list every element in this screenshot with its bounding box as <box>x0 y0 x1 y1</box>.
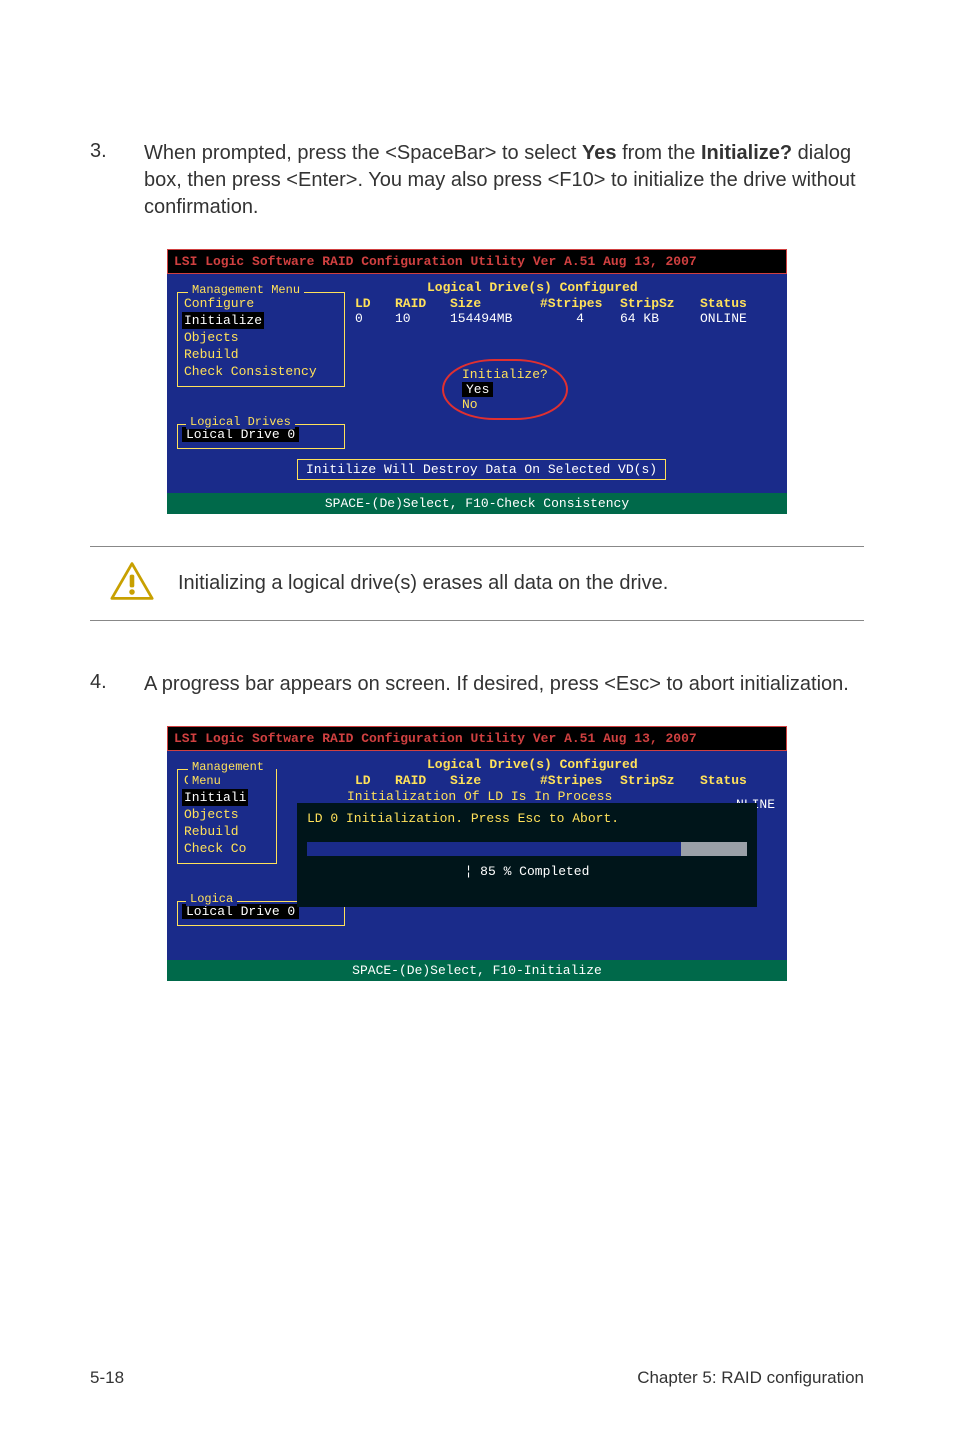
ld-title: Logica <box>186 892 237 906</box>
col-ld: LD <box>355 773 395 788</box>
menu-initialize[interactable]: Initiali <box>182 789 248 806</box>
raid-terminal-2: LSI Logic Software RAID Configuration Ut… <box>167 726 787 981</box>
warning-icon <box>110 561 154 606</box>
col-size: Size <box>450 296 540 311</box>
screenshot-1: LSI Logic Software RAID Configuration Ut… <box>90 249 864 514</box>
management-menu: Management Menu Configure Initialize Obj… <box>177 292 345 387</box>
config-label: Logical Drive(s) Configured <box>427 280 638 295</box>
col-stripsz: StripSz <box>620 296 700 311</box>
menu-rebuild[interactable]: Rebuild <box>182 823 272 840</box>
col-status: Status <box>700 296 770 311</box>
cell-size: 154494MB <box>450 311 540 326</box>
dialog-no[interactable]: No <box>462 397 478 412</box>
col-stripes: #Stripes <box>540 773 620 788</box>
step-text: When prompted, press the <SpaceBar> to s… <box>144 140 864 221</box>
cell-stripes: 4 <box>540 311 620 326</box>
col-stripsz: StripSz <box>620 773 700 788</box>
logical-drives-box: Logical Drives Loical Drive 0 <box>177 424 345 449</box>
menu-check[interactable]: Check Consistency <box>182 363 340 380</box>
screenshot-2: LSI Logic Software RAID Configuration Ut… <box>90 726 864 981</box>
logical-drive-0[interactable]: Loical Drive 0 <box>182 427 299 442</box>
mgmt-title: Management Menu <box>188 760 276 788</box>
step3-text-a: When prompted, press the <SpaceBar> to s… <box>144 142 582 164</box>
menu-configure[interactable]: Configure <box>182 295 340 312</box>
terminal-footer: SPACE-(De)Select, F10-Check Consistency <box>167 493 787 514</box>
management-menu: Management Menu Configure Initiali Objec… <box>177 769 277 864</box>
step3-bold2: Initialize? <box>701 142 792 164</box>
menu-initialize[interactable]: Initialize <box>182 312 264 329</box>
progress-empty <box>681 842 747 856</box>
menu-objects[interactable]: Objects <box>182 806 272 823</box>
menu-check[interactable]: Check Co <box>182 840 272 857</box>
progress-percent: ¦ 85 % Completed <box>307 864 747 879</box>
terminal-title: LSI Logic Software RAID Configuration Ut… <box>167 249 787 274</box>
terminal-footer: SPACE-(De)Select, F10-Initialize <box>167 960 787 981</box>
cell-raid: 10 <box>395 311 450 326</box>
dialog-yes[interactable]: Yes <box>462 382 493 397</box>
raid-terminal-1: LSI Logic Software RAID Configuration Ut… <box>167 249 787 514</box>
menu-rebuild[interactable]: Rebuild <box>182 346 340 363</box>
col-raid: RAID <box>395 773 450 788</box>
step-number: 4. <box>90 671 144 694</box>
col-ld: LD <box>355 296 395 311</box>
col-status: Status <box>700 773 770 788</box>
warning-note: Initializing a logical drive(s) erases a… <box>90 546 864 621</box>
terminal-title: LSI Logic Software RAID Configuration Ut… <box>167 726 787 751</box>
menu-objects[interactable]: Objects <box>182 329 340 346</box>
logical-drive-0[interactable]: Loical Drive 0 <box>182 904 299 919</box>
page-number: 5-18 <box>90 1368 124 1388</box>
col-size: Size <box>450 773 540 788</box>
progress-dialog: LD 0 Initialization. Press Esc to Abort.… <box>297 803 757 907</box>
init-in-process: Initialization Of LD Is In Process <box>347 789 612 804</box>
progress-filled <box>307 842 681 856</box>
col-raid: RAID <box>395 296 450 311</box>
dialog-title: Initialize? <box>462 367 548 382</box>
step3-bold1: Yes <box>582 142 616 164</box>
mgmt-title: Management Menu <box>188 283 304 297</box>
initialize-dialog: Initialize? Yes No <box>442 359 568 420</box>
cell-stripsz: 64 KB <box>620 311 700 326</box>
chapter-label: Chapter 5: RAID configuration <box>637 1368 864 1388</box>
step-number: 3. <box>90 140 144 163</box>
ld-title: Logical Drives <box>186 415 295 429</box>
progress-bar <box>307 842 747 856</box>
step-text: A progress bar appears on screen. If des… <box>144 671 864 698</box>
progress-message: LD 0 Initialization. Press Esc to Abort. <box>307 811 747 826</box>
col-stripes: #Stripes <box>540 296 620 311</box>
cell-status: ONLINE <box>700 311 770 326</box>
note-text: Initializing a logical drive(s) erases a… <box>178 572 668 595</box>
step3-text-b: from the <box>617 142 701 164</box>
destroy-warning: Initilize Will Destroy Data On Selected … <box>297 459 666 480</box>
config-label: Logical Drive(s) Configured <box>427 757 638 772</box>
step-4: 4. A progress bar appears on screen. If … <box>90 671 864 698</box>
page-footer: 5-18 Chapter 5: RAID configuration <box>90 1368 864 1438</box>
step-3: 3. When prompted, press the <SpaceBar> t… <box>90 140 864 221</box>
cell-ld: 0 <box>355 311 395 326</box>
